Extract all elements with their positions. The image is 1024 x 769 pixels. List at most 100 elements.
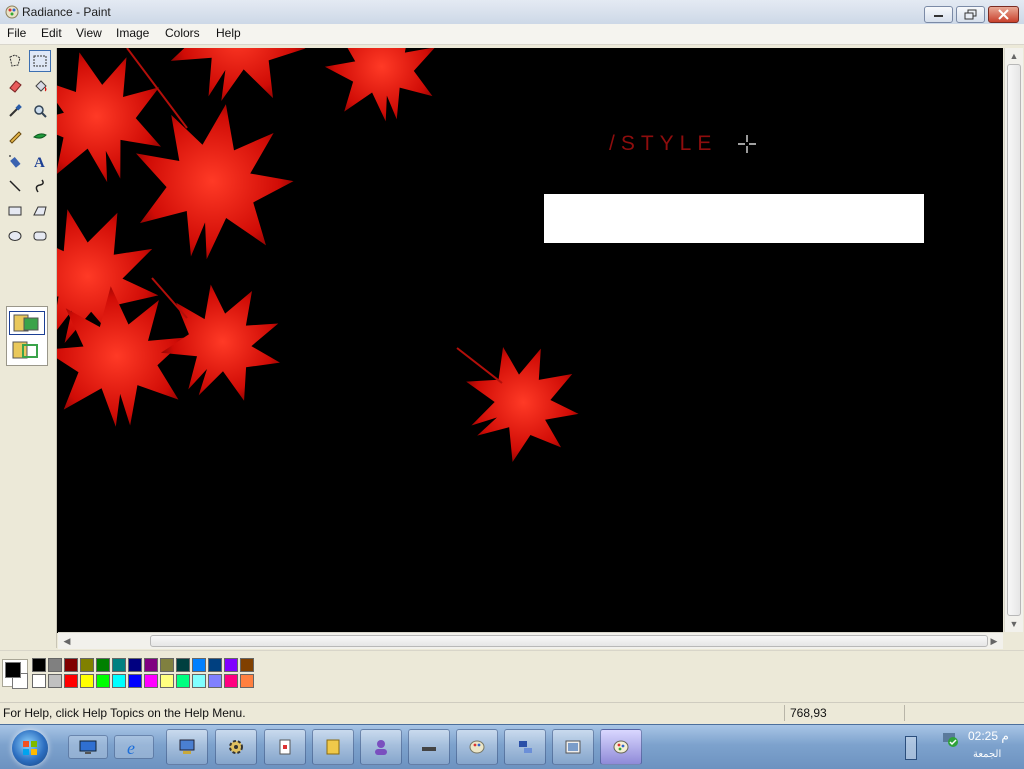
menu-colors[interactable]: Colors <box>165 26 200 40</box>
palette-swatch[interactable] <box>64 674 78 688</box>
free-form-select-tool[interactable] <box>4 50 26 72</box>
start-button[interactable] <box>12 730 48 766</box>
drawing-canvas[interactable]: /STYLE <box>57 48 1003 633</box>
palette-swatch[interactable] <box>224 658 238 672</box>
horizontal-scroll-thumb[interactable] <box>150 635 988 647</box>
pencil-icon <box>9 131 22 144</box>
close-button[interactable] <box>988 6 1019 23</box>
palette-swatch[interactable] <box>192 674 206 688</box>
toolbox: A <box>0 48 57 648</box>
menu-view[interactable]: View <box>76 26 102 40</box>
folder-icon <box>326 739 340 755</box>
palette-swatch[interactable] <box>96 658 110 672</box>
computer-icon <box>179 739 195 754</box>
window-title: Radiance - Paint <box>22 5 111 19</box>
scroll-up-arrow-icon[interactable]: ▲ <box>1007 49 1021 63</box>
rectangle-select-tool[interactable] <box>29 50 51 72</box>
taskbar-item-9[interactable] <box>552 729 594 765</box>
text-tool[interactable]: A <box>29 150 51 172</box>
eraser-tool[interactable] <box>4 75 26 97</box>
color-picker-icon <box>9 104 22 117</box>
palette-swatch[interactable] <box>208 674 222 688</box>
palette-swatch[interactable] <box>96 674 110 688</box>
palette-swatch[interactable] <box>112 658 126 672</box>
scroll-right-arrow-icon[interactable]: ▶ <box>987 634 1001 648</box>
palette-swatch[interactable] <box>48 674 62 688</box>
taskbar-item-6[interactable] <box>408 729 450 765</box>
taskbar-item-7[interactable] <box>456 729 498 765</box>
fill-tool[interactable] <box>29 75 51 97</box>
color-picker-tool[interactable] <box>4 100 26 122</box>
brush-tool[interactable] <box>29 125 51 147</box>
scroll-left-arrow-icon[interactable]: ◀ <box>60 634 74 648</box>
eraser-icon <box>9 80 22 93</box>
palette-swatch[interactable] <box>112 674 126 688</box>
airbrush-tool[interactable] <box>4 150 26 172</box>
palette-swatch[interactable] <box>224 674 238 688</box>
scroll-down-arrow-icon[interactable]: ▼ <box>1007 617 1021 631</box>
palette-swatch[interactable] <box>64 658 78 672</box>
rectangle-tool[interactable] <box>4 200 26 222</box>
palette-swatch[interactable] <box>144 658 158 672</box>
palette-swatch[interactable] <box>32 658 46 672</box>
palette-swatch[interactable] <box>176 674 190 688</box>
palette-swatch[interactable] <box>48 658 62 672</box>
palette-swatch[interactable] <box>240 674 254 688</box>
opaque-selection-icon <box>13 314 39 332</box>
magnifier-tool[interactable] <box>29 100 51 122</box>
minimize-button[interactable] <box>924 6 953 23</box>
palette-swatch[interactable] <box>160 674 174 688</box>
restore-button[interactable] <box>956 6 985 23</box>
polygon-icon <box>33 206 47 216</box>
internet-explorer-icon: e <box>127 738 135 757</box>
crosshair-cursor-icon <box>738 135 756 153</box>
taskbar-item-paint[interactable] <box>600 729 642 765</box>
vertical-scrollbar[interactable]: ▲ ▼ <box>1004 48 1023 632</box>
palette-swatch[interactable] <box>128 674 142 688</box>
menu-edit[interactable]: Edit <box>41 26 62 40</box>
palette-swatch[interactable] <box>32 674 46 688</box>
menu-image[interactable]: Image <box>116 26 149 40</box>
palette-swatch[interactable] <box>160 658 174 672</box>
menu-bar: File Edit View Image Colors Help <box>0 24 1024 45</box>
minimize-icon <box>934 15 943 17</box>
option-transparent[interactable] <box>9 339 45 363</box>
show-desktop-button[interactable] <box>905 736 917 760</box>
menu-help[interactable]: Help <box>216 26 241 40</box>
quicklaunch-internet-explorer[interactable]: e <box>114 735 154 759</box>
line-icon <box>9 180 21 192</box>
taskbar-item-8[interactable] <box>504 729 546 765</box>
line-tool[interactable] <box>4 175 26 197</box>
taskbar-item-5[interactable] <box>360 729 402 765</box>
palette-swatch[interactable] <box>240 658 254 672</box>
ellipse-tool[interactable] <box>4 225 26 247</box>
palette-swatch[interactable] <box>176 658 190 672</box>
svg-text:A: A <box>34 155 45 169</box>
brush-icon <box>33 133 47 139</box>
palette-swatch[interactable] <box>128 658 142 672</box>
vertical-scroll-thumb[interactable] <box>1007 64 1021 616</box>
fill-bucket-icon <box>35 80 47 92</box>
menu-file[interactable]: File <box>7 26 26 40</box>
quicklaunch-show-desktop[interactable] <box>68 735 108 759</box>
user-icon <box>375 740 387 755</box>
curve-tool[interactable] <box>29 175 51 197</box>
clock-time[interactable]: 02:25 م <box>968 729 1009 743</box>
taskbar-item-4[interactable] <box>312 729 354 765</box>
palette-swatch[interactable] <box>192 658 206 672</box>
current-colors-indicator <box>2 659 28 689</box>
pencil-tool[interactable] <box>4 125 26 147</box>
palette-swatch[interactable] <box>80 674 94 688</box>
palette-swatch[interactable] <box>208 658 222 672</box>
horizontal-scrollbar[interactable]: ◀ ▶ <box>58 632 1003 649</box>
taskbar-item-3[interactable] <box>264 729 306 765</box>
option-opaque[interactable] <box>9 311 45 335</box>
windows-logo-icon <box>23 741 37 755</box>
rounded-rectangle-tool[interactable] <box>29 225 51 247</box>
palette-swatch[interactable] <box>80 658 94 672</box>
palette-swatch[interactable] <box>144 674 158 688</box>
curve-icon <box>35 179 44 193</box>
taskbar-item-1[interactable] <box>166 729 208 765</box>
taskbar-item-2[interactable] <box>215 729 257 765</box>
polygon-tool[interactable] <box>29 200 51 222</box>
